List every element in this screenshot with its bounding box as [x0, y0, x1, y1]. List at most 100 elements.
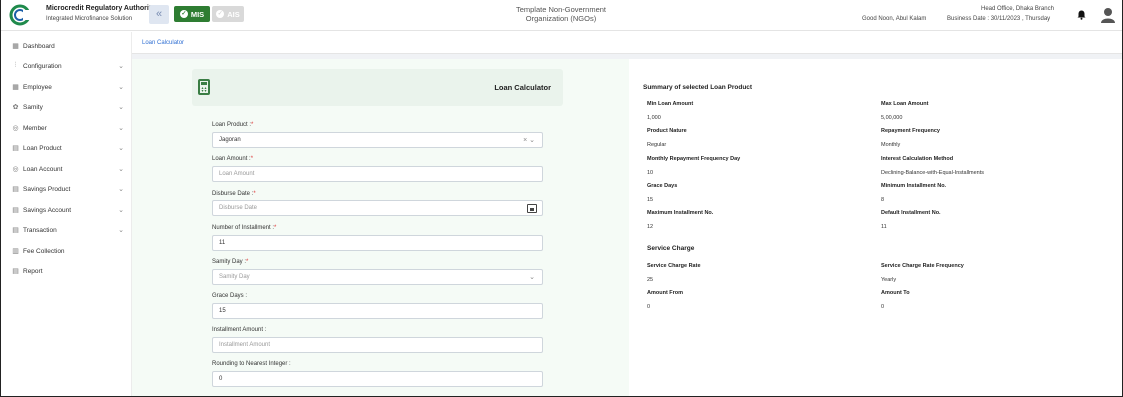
- monthly-repayment-day-value: 10: [647, 170, 654, 176]
- chevron-down-icon[interactable]: ⌄: [529, 273, 535, 281]
- sidebar-item-report[interactable]: ▤ Report: [1, 262, 132, 280]
- loan-product-icon: ▤: [12, 145, 19, 152]
- greeting-text: Good Noon, Abul Kalam: [862, 16, 927, 22]
- grace-days-summary-value: 15: [647, 197, 654, 203]
- mis-button[interactable]: ✓ MIS: [174, 6, 210, 22]
- report-icon: ▤: [12, 268, 19, 275]
- chevron-down-icon[interactable]: ⌄: [529, 137, 535, 144]
- disburse-date-label-text: Disburse Date :: [212, 191, 254, 197]
- sidebar-item-savings-product[interactable]: ▤ Savings Product ⌄: [1, 180, 132, 198]
- sidebar-item-label: Savings Product: [23, 185, 71, 193]
- disburse-date-input[interactable]: Disburse Date: [212, 200, 543, 216]
- chevron-down-icon: ⌄: [118, 166, 124, 173]
- amount-from-value: 0: [647, 304, 651, 310]
- service-charge-freq-label: Service Charge Rate Frequency: [881, 263, 964, 269]
- sidebar-item-loan-product[interactable]: ▤ Loan Product ⌄: [1, 139, 132, 157]
- mis-label: MIS: [190, 9, 205, 19]
- branch-name: Head Office, Dhaka Branch: [981, 6, 1054, 12]
- samity-day-select[interactable]: Samity Day ⌄: [212, 269, 543, 285]
- sidebar-item-employee[interactable]: ▦ Employee ⌄: [1, 78, 132, 96]
- required-mark: *: [246, 259, 249, 265]
- chevron-down-icon: ⌄: [118, 84, 124, 91]
- calendar-icon[interactable]: [527, 204, 537, 213]
- sidebar-item-savings-account[interactable]: ▤ Savings Account ⌄: [1, 201, 132, 219]
- amount-to-value: 0: [881, 304, 885, 310]
- chevron-down-icon: ⌄: [118, 63, 124, 70]
- chevron-down-icon: ⌄: [118, 207, 124, 214]
- installment-amount-placeholder: Installment Amount: [219, 342, 271, 348]
- top-header: Microcredit Regulatory Authority Integra…: [1, 0, 1122, 31]
- ais-label: AIS: [227, 9, 240, 19]
- loan-product-select[interactable]: Jagoran × ⌄: [212, 132, 543, 148]
- loan-product-summary: Summary of selected Loan Product Min Loa…: [629, 59, 1122, 396]
- ais-button[interactable]: ✓ AIS: [212, 6, 244, 22]
- rounding-label-text: Rounding to Nearest Integer :: [212, 361, 291, 367]
- required-mark: *: [251, 122, 254, 128]
- organization-title-line2: Organization (NGOs): [525, 14, 597, 23]
- sidebar-item-label: Fee Collection: [23, 247, 65, 255]
- page-title: Loan Calculator: [494, 83, 551, 92]
- max-loan-amount-label: Max Loan Amount: [881, 101, 929, 107]
- chevron-down-icon: ⌄: [118, 125, 124, 132]
- check-circle-icon: ✓: [216, 10, 225, 18]
- user-avatar-icon[interactable]: [1101, 7, 1115, 23]
- sidebar-item-member[interactable]: ◎ Member ⌄: [1, 119, 132, 137]
- grace-days-input[interactable]: 15: [212, 303, 543, 319]
- sidebar-item-label: Loan Account: [23, 165, 63, 173]
- sidebar-item-fee-collection[interactable]: ▥ Fee Collection: [1, 242, 132, 260]
- num-installment-label: Number of Installment :*: [212, 225, 276, 231]
- mra-logo-icon: [9, 4, 43, 26]
- disburse-date-placeholder: Disburse Date: [219, 205, 258, 211]
- product-nature-label: Product Nature: [647, 128, 687, 134]
- bell-icon[interactable]: [1077, 10, 1086, 23]
- check-circle-icon: ✓: [179, 10, 188, 18]
- group-icon: ✿: [12, 104, 19, 111]
- service-charge-rate-value: 25: [647, 277, 654, 283]
- grace-days-label: Grace Days :: [212, 293, 247, 299]
- installment-amount-label: Installment Amount :: [212, 327, 266, 333]
- loan-account-icon: ◎: [12, 166, 19, 173]
- sidebar-item-configuration[interactable]: ⫶ Configuration ⌄: [1, 57, 132, 75]
- default-installment-value: 11: [881, 224, 887, 230]
- sidebar-collapse-button[interactable]: «: [149, 5, 169, 24]
- rounding-value: 0: [219, 376, 223, 382]
- sidebar-item-dashboard[interactable]: ▦ Dashboard: [1, 37, 132, 55]
- sidebar: ▦ Dashboard ⫶ Configuration ⌄ ▦ Employee…: [1, 32, 132, 396]
- sidebar-item-transaction[interactable]: ▤ Transaction ⌄: [1, 221, 132, 239]
- min-loan-amount-value: 1,000: [647, 115, 661, 121]
- amount-from-label: Amount From: [647, 290, 684, 296]
- sidebar-item-loan-account[interactable]: ◎ Loan Account ⌄: [1, 160, 132, 178]
- max-loan-amount-value: 5,00,000: [881, 115, 903, 121]
- grid-icon: ▦: [12, 43, 19, 50]
- installment-amount-input[interactable]: Installment Amount: [212, 337, 543, 353]
- interest-method-label: Interest Calculation Method: [881, 156, 954, 162]
- org-name: Microcredit Regulatory Authority: [46, 5, 156, 12]
- service-charge-rate-label: Service Charge Rate: [647, 263, 701, 269]
- samity-day-placeholder: Samity Day: [219, 274, 250, 280]
- rounding-input[interactable]: 0: [212, 371, 543, 387]
- breadcrumb-link[interactable]: Loan Calculator: [142, 40, 184, 46]
- savings-product-icon: ▤: [12, 186, 19, 193]
- sidebar-item-label: Report: [23, 267, 43, 275]
- sidebar-item-label: Dashboard: [23, 42, 55, 50]
- num-installment-input[interactable]: 11: [212, 235, 543, 251]
- min-installment-label: Minimum Installment No.: [881, 183, 947, 189]
- max-installment-label: Maximum Installment No.: [647, 210, 714, 216]
- grace-days-label-text: Grace Days :: [212, 293, 248, 299]
- fee-icon: ▥: [12, 248, 19, 255]
- grace-days-value: 15: [219, 308, 226, 314]
- business-date: Business Date : 30/11/2023 , Thursday: [947, 16, 1051, 22]
- double-chevron-left-icon: «: [155, 8, 163, 20]
- sidebar-item-label: Configuration: [23, 62, 62, 70]
- min-installment-value: 8: [881, 197, 885, 203]
- sidebar-item-samity[interactable]: ✿ Samity ⌄: [1, 98, 132, 116]
- organization-title-line1: Template Non-Government: [515, 5, 607, 14]
- transaction-icon: ▤: [12, 227, 19, 234]
- service-charge-title: Service Charge: [647, 245, 695, 252]
- loan-amount-label: Loan Amount :*: [212, 156, 253, 162]
- clear-icon[interactable]: ×: [523, 137, 527, 144]
- rounding-label: Rounding to Nearest Integer :: [212, 361, 291, 367]
- samity-day-label: Samity Day :*: [212, 259, 248, 265]
- organization-title: Template Non-Government Organization (NG…: [471, 5, 651, 23]
- loan-amount-input[interactable]: Loan Amount: [212, 166, 543, 182]
